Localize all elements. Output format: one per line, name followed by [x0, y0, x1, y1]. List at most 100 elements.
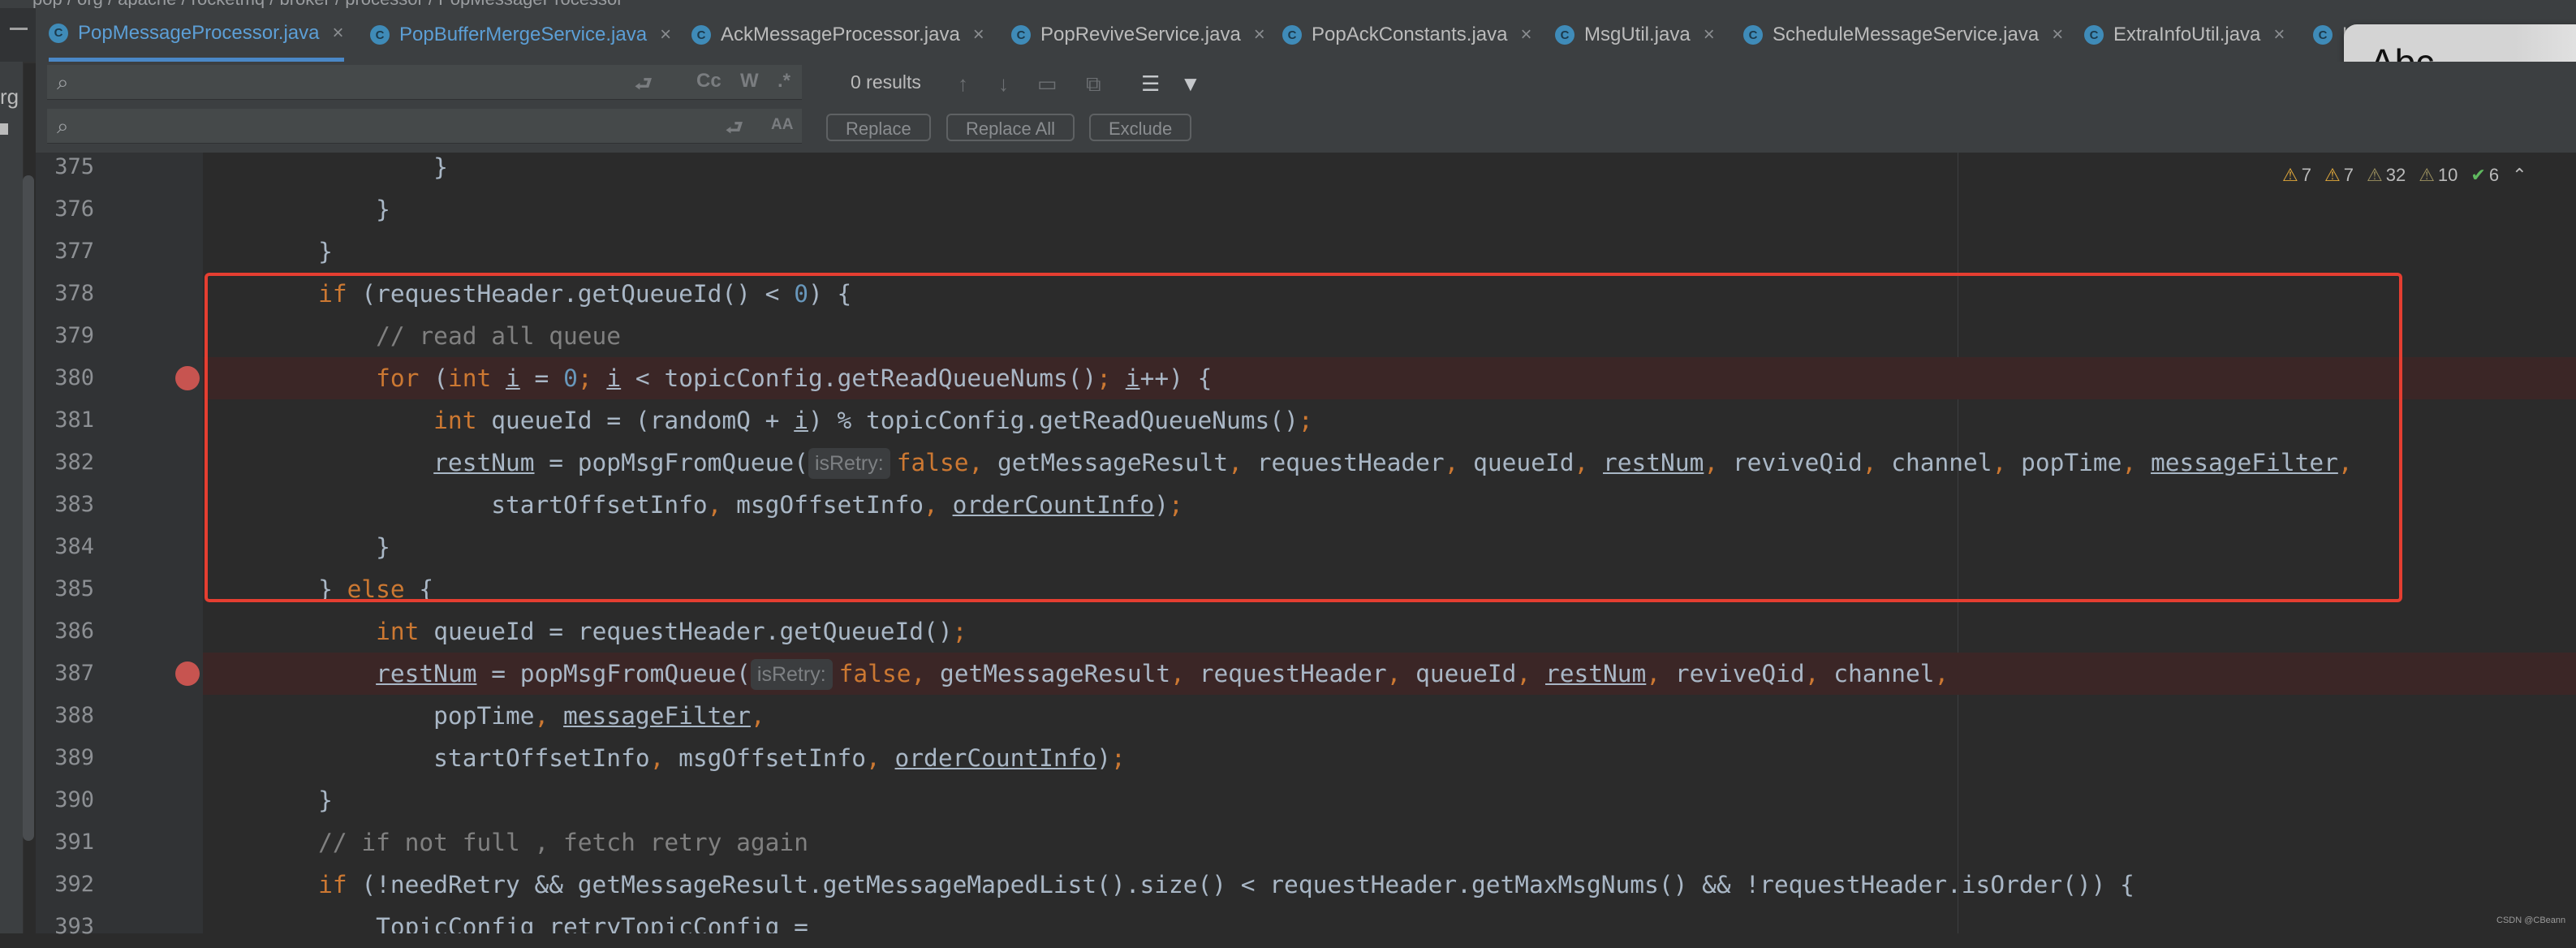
code-line[interactable]: TopicConfig retryTopicConfig =	[203, 906, 2576, 933]
code-line[interactable]: int queueId = requestHeader.getQueueId()…	[203, 610, 2576, 653]
java-class-icon: C	[1555, 25, 1574, 45]
match-case-toggle[interactable]: Cc	[696, 70, 722, 93]
tab-label: PopBufferMergeService.java	[399, 24, 648, 45]
code-line-breakpoint[interactable]: restNum = popMsgFromQueue(isRetry: false,…	[203, 653, 2576, 695]
exclude-button[interactable]: Exclude	[1089, 114, 1192, 141]
line-number: 375	[54, 154, 94, 179]
warning-icon: ⚠	[2282, 165, 2298, 185]
line-number: 390	[54, 787, 94, 812]
close-tab-icon[interactable]: ×	[1254, 24, 1265, 46]
tab-popackconstants[interactable]: C PopAckConstants.java ×	[1282, 8, 1531, 62]
replace-field: ⌕ ⮐ AA	[47, 109, 802, 144]
line-number: 393	[54, 914, 94, 939]
code-line[interactable]: }	[203, 231, 2576, 273]
parameter-hint: isRetry:	[808, 448, 890, 479]
tab-popmessageprocessor[interactable]: C PopMessageProcessor.java ×	[49, 8, 344, 62]
code-comment: // read all queue	[376, 322, 622, 350]
tab-extrainfoutil[interactable]: C ExtraInfoUtil.java ×	[2084, 8, 2285, 62]
tab-label: ScheduleMessageService.java	[1773, 24, 2040, 45]
code-line[interactable]: }	[203, 153, 2576, 188]
filter-icon[interactable]: ▼	[1180, 71, 1201, 97]
code-line[interactable]: if (requestHeader.getQueueId() < 0) {	[203, 273, 2576, 315]
code-line[interactable]: restNum = popMsgFromQueue(isRetry: false,…	[203, 442, 2576, 484]
code-line[interactable]: } else {	[203, 568, 2576, 610]
add-selection-icon[interactable]: ⧉	[1086, 71, 1101, 97]
tab-label: PopMessageProcessor.java	[78, 21, 320, 44]
vertical-scrollbar[interactable]	[23, 175, 34, 841]
close-tab-icon[interactable]: ×	[1520, 24, 1531, 46]
editor-tab-bar: C PopMessageProcessor.java × C PopBuffer…	[0, 8, 2576, 63]
code-line[interactable]: }	[203, 526, 2576, 568]
line-number: 376	[54, 196, 94, 222]
warning-icon: ⚠	[2324, 165, 2341, 185]
code-line[interactable]: }	[203, 779, 2576, 821]
code-line[interactable]: startOffsetInfo, msgOffsetInfo, orderCou…	[203, 484, 2576, 526]
editor-gutter[interactable]: 375 376 377 378 379 380 381 382 383 384 …	[36, 153, 237, 939]
new-line-icon[interactable]: ⮐	[635, 70, 653, 103]
code-line[interactable]: }	[203, 188, 2576, 231]
tool-window-icon[interactable]	[0, 123, 8, 135]
line-number: 386	[54, 618, 94, 644]
tab-label: PopReviveService.java	[1040, 24, 1241, 45]
java-class-icon: C	[1011, 25, 1031, 45]
code-line[interactable]: // read all queue	[203, 315, 2576, 357]
close-tab-icon[interactable]: ×	[2052, 24, 2063, 46]
java-class-icon: C	[2084, 25, 2104, 45]
close-tab-icon[interactable]: ×	[2273, 24, 2285, 46]
regex-toggle[interactable]: .*	[778, 70, 790, 93]
next-occurrence-icon[interactable]: ↓	[998, 71, 1009, 97]
code-editor[interactable]: } } } if (requestHeader.getQueueId() < 0…	[203, 153, 2576, 933]
ok-count[interactable]: ✔ 6	[2470, 165, 2499, 186]
line-number: 382	[54, 450, 94, 475]
search-input[interactable]	[89, 68, 579, 96]
java-class-icon: C	[370, 25, 390, 45]
tab-list-menu-icon[interactable]	[0, 8, 36, 62]
typo-count[interactable]: ⚠ 10	[2419, 165, 2458, 186]
java-class-icon: C	[2313, 25, 2333, 45]
code-comment: // if not full , fetch retry again	[318, 829, 808, 856]
tab-ackmessageprocessor[interactable]: C AckMessageProcessor.java ×	[691, 8, 984, 62]
code-line[interactable]: startOffsetInfo, msgOffsetInfo, orderCou…	[203, 737, 2576, 779]
breakpoint-icon[interactable]	[175, 366, 200, 390]
replace-all-button[interactable]: Replace All	[946, 114, 1075, 141]
search-icon[interactable]: ⌕	[57, 70, 69, 96]
tab-poprevive-service[interactable]: C PopReviveService.java ×	[1011, 8, 1265, 62]
select-all-occurrences-icon[interactable]: ▭	[1037, 71, 1058, 97]
whole-words-toggle[interactable]: W	[740, 70, 759, 93]
close-tab-icon[interactable]: ×	[1704, 24, 1715, 46]
code-line[interactable]: if (!needRetry && getMessageResult.getMe…	[203, 864, 2576, 906]
code-line-breakpoint[interactable]: for (int i = 0; i < topicConfig.getReadQ…	[203, 357, 2576, 399]
tab-label: PopAckConstants.java	[1312, 24, 1508, 45]
line-number: 392	[54, 872, 94, 897]
project-tool-window-edge: rg	[0, 62, 34, 933]
code-line[interactable]: int queueId = (randomQ + i) % topicConfi…	[203, 399, 2576, 442]
java-class-icon: C	[1743, 25, 1763, 45]
tab-popbuffermergeservice[interactable]: C PopBufferMergeService.java ×	[370, 8, 671, 62]
replace-input[interactable]	[89, 112, 579, 140]
previous-occurrence-icon[interactable]: ↑	[958, 71, 968, 97]
line-number: 383	[54, 492, 94, 517]
close-tab-icon[interactable]: ×	[973, 24, 984, 46]
java-class-icon: C	[691, 25, 711, 45]
search-icon[interactable]: ⌕	[57, 114, 69, 140]
chevron-up-icon[interactable]: ⌃	[2512, 165, 2526, 186]
replace-button[interactable]: Replace	[826, 114, 931, 141]
new-line-icon[interactable]: ⮐	[726, 114, 743, 147]
watermark: CSDN @CBeann	[2496, 916, 2566, 925]
search-results-count: 0 results	[851, 71, 921, 93]
tab-schedulemessageservice[interactable]: C ScheduleMessageService.java ×	[1743, 8, 2063, 62]
breakpoint-icon[interactable]	[175, 661, 200, 686]
line-number: 381	[54, 407, 94, 433]
tab-msgutil[interactable]: C MsgUtil.java ×	[1555, 8, 1715, 62]
weak-warning-count[interactable]: ⚠ 32	[2367, 165, 2406, 186]
code-line[interactable]: popTime, messageFilter,	[203, 695, 2576, 737]
warning-count[interactable]: ⚠ 7	[2324, 165, 2354, 186]
error-count[interactable]: ⚠ 7	[2282, 165, 2311, 186]
code-line[interactable]: // if not full , fetch retry again	[203, 821, 2576, 864]
breadcrumb-strip: pop / org / apache / rocketmq / broker /…	[0, 0, 2576, 8]
close-tab-icon[interactable]: ×	[333, 22, 344, 45]
close-tab-icon[interactable]: ×	[660, 24, 671, 46]
preserve-case-toggle[interactable]: AA	[771, 116, 793, 134]
inspection-widget[interactable]: ⚠ 7 ⚠ 7 ⚠ 32 ⚠ 10 ✔ 6 ⌃	[2282, 159, 2527, 192]
filter-search-results-icon[interactable]: ☰	[1141, 71, 1160, 97]
